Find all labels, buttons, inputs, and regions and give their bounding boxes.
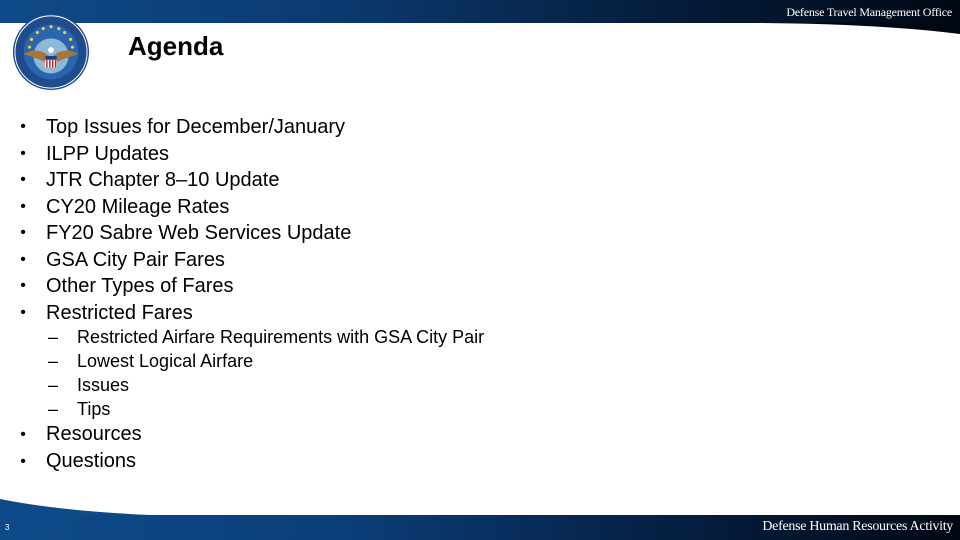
- dtmo-seal-icon: [12, 13, 90, 91]
- agenda-subitem-label: Issues: [77, 375, 130, 395]
- agenda-item: • CY20 Mileage Rates: [18, 194, 351, 221]
- agenda-item-label: Restricted Fares: [46, 301, 193, 324]
- agenda-item: • Restricted Fares: [18, 300, 351, 327]
- agenda-item-label: Resources: [46, 423, 142, 445]
- bullet-icon: •: [20, 118, 26, 135]
- agenda-item-label: JTR Chapter 8–10 Update: [46, 169, 280, 191]
- bullet-icon: •: [20, 250, 26, 268]
- slide-title: Agenda: [128, 31, 224, 61]
- dash-icon: –: [48, 399, 59, 419]
- agenda-item: • JTR Chapter 8–10 Update: [18, 167, 351, 194]
- agenda-item: • GSA City Pair Fares: [18, 247, 351, 274]
- dash-icon: –: [48, 327, 59, 347]
- agenda-list: • Top Issues for December/January • ILPP U…: [18, 114, 351, 326]
- agenda-subitem: – Issues: [48, 373, 484, 397]
- bullet-icon: •: [20, 277, 26, 294]
- bullet-icon: •: [20, 197, 26, 215]
- agenda-subitem: – Restricted Airfare Requirements with GS…: [48, 325, 484, 349]
- agenda-subitem: – Lowest Logical Airfare: [48, 349, 484, 373]
- header-organization: Defense Travel Management Office: [786, 5, 952, 19]
- agenda-item-label: GSA City Pair Fares: [46, 248, 225, 271]
- bullet-icon: •: [20, 224, 26, 241]
- agenda-sublist: – Restricted Airfare Requirements with GS…: [48, 325, 484, 421]
- agenda-subitem-label: Lowest Logical Airfare: [77, 351, 254, 371]
- agenda-item: • Resources: [18, 421, 142, 448]
- agenda-subitem-label: Restricted Airfare Requirements with GSA…: [77, 327, 485, 347]
- bullet-icon: •: [20, 171, 26, 188]
- bullet-icon: •: [20, 144, 26, 162]
- agenda-item: • ILPP Updates: [18, 141, 351, 168]
- agenda-subitem: – Tips: [48, 397, 484, 421]
- agenda-item-label: FY20 Sabre Web Services Update: [46, 222, 352, 244]
- agenda-item: • Questions: [18, 448, 142, 475]
- agenda-item: • Other Types of Fares: [18, 273, 351, 300]
- agenda-list-continued: • Resources • Questions: [18, 421, 142, 475]
- bullet-icon: •: [20, 453, 26, 470]
- footer-organization: Defense Human Resources Activity: [762, 519, 953, 534]
- dash-icon: –: [48, 351, 59, 371]
- bullet-icon: •: [20, 426, 26, 443]
- agenda-item-label: Top Issues for December/January: [46, 116, 346, 138]
- agenda-item-label: ILPP Updates: [46, 142, 170, 165]
- agenda-item: • FY20 Sabre Web Services Update: [18, 220, 351, 247]
- page-number: 3: [5, 523, 10, 532]
- agenda-subitem-label: Tips: [77, 399, 111, 419]
- dash-icon: –: [48, 375, 59, 395]
- bullet-icon: •: [20, 303, 26, 321]
- agenda-item: • Top Issues for December/January: [18, 114, 351, 141]
- agenda-item-label: Other Types of Fares: [46, 275, 234, 297]
- agenda-item-label: Questions: [46, 450, 137, 472]
- agenda-item-label: CY20 Mileage Rates: [46, 195, 230, 218]
